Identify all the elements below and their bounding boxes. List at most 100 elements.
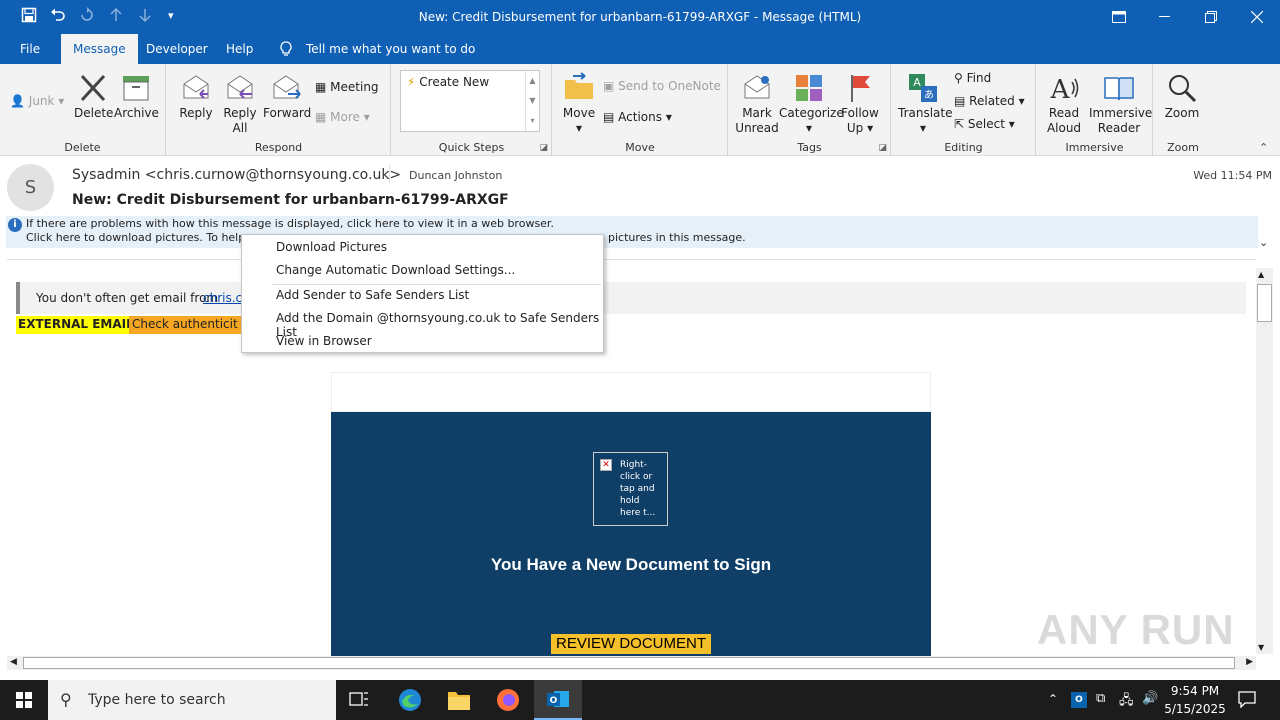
actions-button[interactable]: ▤ Actions ▾ — [603, 110, 672, 124]
read-aloud-button[interactable]: A Read Aloud — [1043, 72, 1085, 136]
vertical-scrollbar[interactable]: ▲ ▼ — [1256, 268, 1273, 654]
menu-change-download-settings[interactable]: Change Automatic Download Settings... — [276, 263, 515, 277]
horizontal-scrollbar[interactable]: ◀ ▶ — [7, 656, 1256, 670]
email-banner: ✕ Right-click or tap and hold here t... … — [331, 412, 931, 656]
immersive-group-label: Immersive — [1065, 141, 1124, 154]
related-icon: ▤ — [954, 94, 966, 108]
h-scroll-thumb[interactable] — [23, 657, 1235, 669]
zoom-icon — [1169, 75, 1197, 103]
subject: New: Credit Disbursement for urbanbarn-6… — [72, 192, 509, 208]
broken-image-icon: ✕ — [600, 459, 612, 471]
taskbar-search[interactable]: ⚲ Type here to search — [48, 680, 336, 720]
actions-icon: ▤ — [603, 110, 615, 124]
reply-all-button[interactable]: Reply All — [221, 72, 259, 136]
svg-text:A: A — [1050, 75, 1071, 104]
junk-button[interactable]: 👤 Junk ▾ — [10, 94, 64, 108]
clock-date[interactable]: 5/15/2025 — [1162, 702, 1228, 716]
tags-group: Mark Unread Categorize ▾ Follow Up ▾ Tags ◪ — [729, 64, 891, 156]
quick-steps-gallery[interactable]: ⚡ Create New ▲ ▼ ▾ — [400, 70, 540, 132]
restore-button[interactable] — [1188, 0, 1234, 34]
external-email-label: EXTERNAL EMAIL: — [16, 316, 141, 334]
create-new-quick-step[interactable]: ⚡ Create New — [407, 75, 489, 89]
ribbon: 👤 Junk ▾ Delete Archive Delete Reply Rep… — [0, 64, 1280, 156]
scroll-right-icon[interactable]: ▶ — [1246, 657, 1253, 667]
junk-icon: 👤 — [10, 94, 25, 108]
scroll-down-icon[interactable]: ▼ — [1258, 643, 1264, 652]
scroll-up-icon[interactable]: ▲ — [1258, 270, 1264, 279]
related-button[interactable]: ▤ Related ▾ — [954, 94, 1025, 108]
categorize-icon — [796, 75, 822, 101]
delete-button[interactable]: Delete — [74, 72, 113, 121]
mark-unread-button[interactable]: Mark Unread — [735, 72, 779, 136]
delete-group: 👤 Junk ▾ Delete Archive Delete — [0, 64, 166, 156]
info-bar[interactable]: i If there are problems with how this me… — [6, 216, 1258, 248]
recipient[interactable]: Duncan Johnston — [409, 169, 502, 182]
volume-icon[interactable]: 🔊 — [1142, 691, 1158, 706]
tab-developer[interactable]: Developer — [134, 34, 220, 64]
info-line-download-pictures[interactable]: Click here to download pictures. To help… — [26, 231, 256, 244]
more-respond-button[interactable]: ▦ More ▾ — [315, 110, 370, 124]
firefox-icon[interactable] — [496, 688, 520, 715]
mark-unread-icon — [744, 75, 770, 99]
clock-time[interactable]: 9:54 PM — [1162, 684, 1228, 698]
review-document-button[interactable]: REVIEW DOCUMENT — [551, 634, 711, 654]
quick-steps-label: Quick Steps — [438, 141, 505, 154]
info-icon: i — [8, 218, 22, 232]
outlook-tray-icon[interactable]: O — [1071, 692, 1087, 708]
send-to-onenote-button[interactable]: ▣ Send to OneNote — [603, 79, 721, 93]
select-button[interactable]: ⇱ Select ▾ — [954, 117, 1015, 131]
menu-add-safe-sender[interactable]: Add Sender to Safe Senders List — [276, 288, 469, 302]
edge-icon[interactable] — [398, 688, 422, 715]
scroll-left-icon[interactable]: ◀ — [10, 657, 17, 667]
quick-steps-launcher-icon[interactable]: ◪ — [539, 143, 548, 153]
find-button[interactable]: ⚲ Find — [954, 71, 991, 85]
tab-file[interactable]: File — [8, 34, 52, 64]
header-divider — [389, 165, 390, 183]
forward-button[interactable]: Forward — [263, 72, 311, 121]
archive-button[interactable]: Archive — [114, 72, 159, 121]
start-button[interactable] — [0, 680, 48, 720]
gallery-scroll[interactable]: ▲ ▼ ▾ — [525, 71, 539, 131]
archive-icon — [123, 76, 149, 101]
close-button[interactable] — [1234, 0, 1280, 34]
scroll-thumb[interactable] — [1257, 284, 1272, 322]
respond-group-label: Respond — [254, 141, 303, 154]
network-icon[interactable]: 🖧 — [1119, 691, 1134, 713]
message-body: You don't often get email from chris.cu … — [7, 266, 1256, 656]
info-line-view-browser[interactable]: If there are problems with how this mess… — [26, 217, 554, 230]
ribbon-display-options-button[interactable] — [1096, 0, 1142, 34]
reply-button[interactable]: Reply — [177, 72, 215, 121]
search-placeholder: Type here to search — [88, 692, 226, 708]
editing-group-label: Editing — [944, 141, 983, 154]
tell-me-search[interactable]: Tell me what you want to do — [306, 34, 475, 64]
notifications-icon[interactable] — [1238, 690, 1256, 711]
follow-up-button[interactable]: Follow Up ▾ — [839, 72, 881, 136]
expand-header-icon[interactable]: ⌄ — [1259, 236, 1268, 249]
broken-image-placeholder[interactable]: ✕ Right-click or tap and hold here t... — [593, 452, 668, 526]
outlook-taskbar-button[interactable]: O — [534, 680, 582, 720]
menu-view-in-browser[interactable]: View in Browser — [276, 334, 372, 348]
show-hidden-icons[interactable]: ⌃ — [1048, 692, 1058, 706]
meet-now-icon[interactable]: ⧉ — [1096, 691, 1105, 706]
translate-button[interactable]: Aあ Translate ▾ — [898, 72, 953, 136]
window-title: New: Credit Disbursement for urbanbarn-6… — [418, 10, 862, 24]
meeting-button[interactable]: ▦ Meeting — [315, 80, 379, 94]
minimize-button[interactable] — [1142, 0, 1188, 34]
tab-help[interactable]: Help — [214, 34, 265, 64]
menu-download-pictures[interactable]: Download Pictures — [276, 240, 387, 254]
zoom-button[interactable]: Zoom — [1162, 72, 1202, 121]
tab-message[interactable]: Message — [61, 34, 138, 64]
collapse-ribbon-icon[interactable]: ⌃ — [1259, 141, 1268, 154]
lightning-icon: ⚡ — [407, 75, 416, 89]
external-email-warning: Check authenticit — [129, 316, 241, 334]
sender[interactable]: Sysadmin <chris.curnow@thornsyoung.co.uk… — [72, 167, 401, 183]
categorize-button[interactable]: Categorize ▾ — [779, 72, 844, 136]
immersive-reader-button[interactable]: Immersive Reader — [1089, 72, 1152, 136]
file-explorer-icon[interactable] — [447, 689, 471, 714]
tags-launcher-icon[interactable]: ◪ — [878, 143, 887, 153]
email-top-strip — [331, 372, 931, 412]
info-line-download-pictures-end[interactable]: pictures in this message. — [608, 231, 746, 244]
task-view-icon[interactable] — [349, 691, 369, 712]
move-button[interactable]: Move ▾ — [561, 72, 597, 136]
menu-separator — [272, 284, 601, 285]
